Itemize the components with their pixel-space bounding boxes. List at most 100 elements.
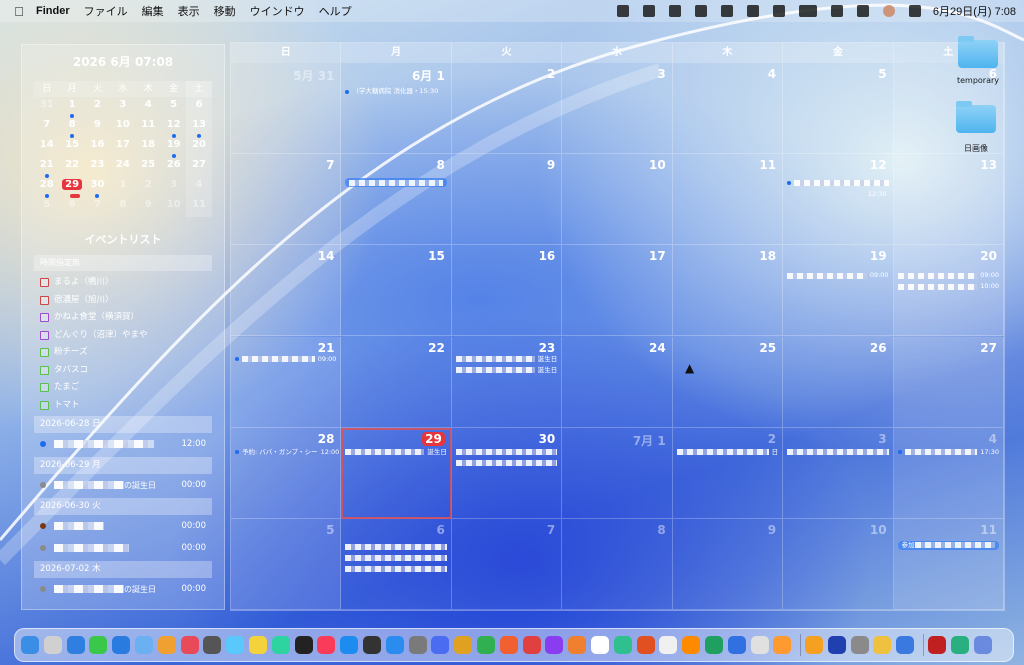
app-menu[interactable]: Finder: [36, 5, 70, 17]
dock-app-icon[interactable]: [727, 636, 746, 654]
calendar-day-cell[interactable]: 21 09:00: [231, 336, 342, 428]
calendar-event[interactable]: 誕生日: [345, 448, 447, 457]
mini-day[interactable]: 10: [110, 117, 135, 137]
mini-day[interactable]: 20: [186, 137, 212, 157]
calendar-day-cell[interactable]: 20 09:00 10:00: [893, 245, 1004, 337]
text-status-icon[interactable]: [642, 5, 655, 17]
dock-app-icon[interactable]: [545, 636, 564, 654]
checkbox[interactable]: [40, 330, 49, 340]
dock-app-icon[interactable]: [613, 636, 632, 654]
calendar-day-cell[interactable]: 8: [341, 154, 452, 246]
mini-day[interactable]: 2: [85, 97, 110, 117]
calendar-day-cell[interactable]: 7: [451, 518, 563, 610]
mini-day[interactable]: 31: [34, 97, 59, 117]
dock-app-icon[interactable]: [66, 636, 85, 654]
calendar-day-cell[interactable]: 6月 1 （学大糖病院 消化器・15:30: [341, 63, 452, 155]
menu-help[interactable]: ヘルプ: [319, 3, 352, 19]
calendar-day-cell[interactable]: 8: [562, 518, 673, 610]
calendar-event[interactable]: [787, 448, 889, 457]
dock-app-icon[interactable]: [294, 636, 313, 654]
calendar-status-icon[interactable]: [616, 5, 629, 17]
event-row[interactable]: の誕生日 00:00: [34, 474, 212, 496]
calendar-event[interactable]: [455, 459, 558, 468]
dock-app-icon[interactable]: [568, 636, 587, 654]
calendar-day-cell[interactable]: 4: [672, 63, 784, 155]
calendar-event[interactable]: [345, 554, 447, 563]
folder-label[interactable]: 日画像: [936, 143, 1016, 154]
calendar-day-cell[interactable]: 2: [451, 63, 563, 155]
mini-day[interactable]: 4: [186, 177, 212, 197]
menu-window[interactable]: ウインドウ: [250, 3, 305, 19]
dock-app-icon[interactable]: [850, 636, 869, 654]
dock-app-icon[interactable]: [827, 636, 846, 654]
mini-day[interactable]: 5: [34, 197, 59, 217]
folder-icon[interactable]: [956, 101, 996, 133]
calendar-day-cell[interactable]: 28 予約: ババ・ガンプ・シー 12:00: [231, 427, 342, 519]
dock-app-icon[interactable]: [454, 636, 473, 654]
calendar-event[interactable]: [345, 178, 447, 188]
calendar-day-cell[interactable]: 25: [672, 336, 784, 428]
mini-day[interactable]: 3: [161, 177, 186, 197]
dock-app-icon[interactable]: [750, 636, 769, 654]
dock-app-icon[interactable]: [317, 636, 336, 654]
dock-app-icon[interactable]: [248, 636, 267, 654]
dock-app-icon[interactable]: [704, 636, 723, 654]
mini-day[interactable]: 13: [186, 117, 212, 138]
apple-icon[interactable]: : [12, 4, 26, 19]
calendar-event[interactable]: [787, 178, 889, 187]
mini-day[interactable]: 28: [34, 177, 59, 198]
calendar-event[interactable]: 09:00: [787, 271, 889, 280]
dock-app-icon[interactable]: [203, 636, 222, 654]
dock-app-icon[interactable]: [362, 636, 381, 654]
folder-icon[interactable]: [958, 36, 998, 68]
calendar-event[interactable]: 10:00: [897, 282, 999, 291]
calendar-day-cell[interactable]: 27: [893, 336, 1004, 428]
calendar-day-cell[interactable]: 10: [783, 518, 894, 610]
checkbox[interactable]: [40, 278, 49, 288]
calendar-event[interactable]: 09:00: [235, 355, 336, 364]
mini-day[interactable]: 25: [136, 157, 161, 177]
calendar-day-cell[interactable]: 3: [783, 427, 894, 519]
mini-day[interactable]: 15: [59, 137, 84, 157]
event-row[interactable]: 00:00: [34, 515, 212, 537]
calendar-day-cell[interactable]: 6: [341, 518, 452, 610]
dock-app-icon[interactable]: [896, 636, 915, 654]
mini-day[interactable]: 2: [136, 177, 161, 197]
calendar-day-cell[interactable]: 22: [341, 336, 452, 428]
script-icon[interactable]: [746, 5, 759, 17]
calendar-day-cell[interactable]: 9: [672, 518, 784, 610]
dock-app-icon[interactable]: [385, 636, 404, 654]
dock-app-icon[interactable]: [773, 636, 792, 654]
dock-app-icon[interactable]: [659, 636, 678, 654]
dock-app-icon[interactable]: [431, 636, 450, 654]
dock-app-icon[interactable]: [408, 636, 427, 654]
calendar-day-cell[interactable]: 5: [783, 63, 894, 155]
task-item[interactable]: たまご: [34, 379, 212, 397]
calendar-day-cell[interactable]: 10: [562, 154, 673, 246]
calendar-day-cell[interactable]: 16: [451, 245, 563, 337]
wifi-icon[interactable]: [830, 5, 843, 17]
user-icon[interactable]: [882, 5, 895, 17]
control-center-icon[interactable]: [908, 5, 921, 17]
calendar-event[interactable]: 参加: [897, 540, 999, 550]
task-item[interactable]: まるよ（鴨川）: [34, 274, 212, 292]
dock-app-icon[interactable]: [226, 636, 245, 654]
mini-day[interactable]: 3: [110, 97, 135, 117]
event-row[interactable]: 00:00: [34, 537, 212, 559]
calendar-day-cell[interactable]: 13: [893, 154, 1004, 246]
dock-app-icon[interactable]: [682, 636, 701, 654]
menubar-clock[interactable]: 6月29日(月) 7:08: [933, 3, 1016, 19]
checkbox[interactable]: [40, 365, 49, 375]
calendar-day-cell[interactable]: 2日: [672, 427, 784, 519]
checkbox[interactable]: [40, 400, 49, 410]
battery-icon[interactable]: [798, 5, 817, 17]
calendar-day-cell[interactable]: 3: [562, 63, 673, 155]
calendar-day-cell[interactable]: 12 12:30: [783, 154, 894, 246]
task-item[interactable]: トマト: [34, 397, 212, 415]
calendar-event[interactable]: 誕生日: [455, 355, 557, 364]
mini-day[interactable]: 9: [85, 117, 110, 137]
checkbox[interactable]: [40, 295, 49, 305]
dropbox-icon[interactable]: [694, 5, 707, 17]
clipboard-icon[interactable]: [668, 5, 681, 17]
calendar-day-cell[interactable]: 5月 31: [231, 63, 342, 155]
